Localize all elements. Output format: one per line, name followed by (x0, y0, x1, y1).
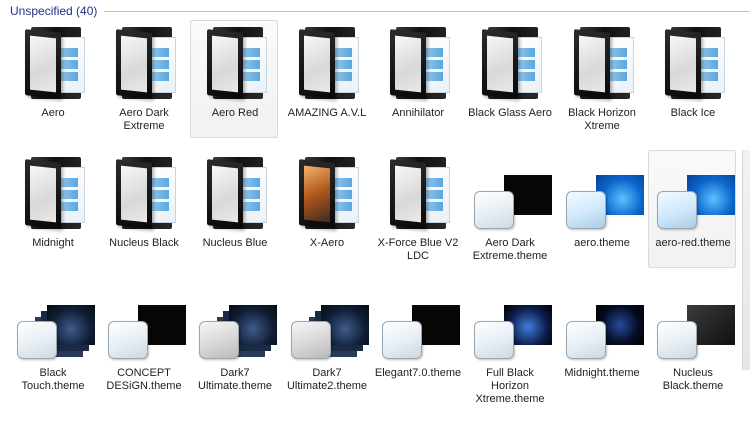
theme-file-item[interactable]: Nucleus Black.theme (648, 280, 736, 398)
folder-item[interactable]: Aero (8, 20, 96, 138)
folder-item[interactable]: Black Ice (648, 20, 736, 138)
vertical-scrollbar[interactable] (742, 150, 750, 370)
theme-overlay (657, 191, 697, 229)
theme-overlay (566, 321, 606, 359)
folder-icon (191, 21, 279, 105)
item-label: Aero Dark Extreme.theme (472, 237, 548, 262)
folder-item[interactable]: X-Aero (282, 150, 370, 268)
group-title: Unspecified (40) (10, 4, 98, 18)
theme-file-icon (191, 281, 279, 365)
item-label: Midnight (32, 237, 74, 249)
item-label: Dark7 Ultimate2.theme (286, 367, 368, 392)
theme-overlay (291, 321, 331, 359)
folder-item[interactable]: Aero Red (190, 20, 278, 138)
theme-file-item[interactable]: aero-red.theme (648, 150, 736, 268)
folder-icon (374, 151, 462, 235)
folder-icon (9, 151, 97, 235)
theme-overlay (474, 321, 514, 359)
theme-file-item[interactable]: Aero Dark Extreme.theme (465, 150, 553, 268)
folder-icon (100, 21, 188, 105)
theme-file-item[interactable]: Dark7 Ultimate2.theme (282, 280, 370, 398)
item-label: Midnight.theme (564, 367, 640, 379)
theme-file-item[interactable]: Elegant7.0.theme (373, 280, 461, 398)
folder-icon (9, 21, 97, 105)
item-label: Aero Dark Extreme (119, 107, 169, 132)
folder-item[interactable]: Nucleus Blue (190, 150, 278, 268)
item-label: aero-red.theme (655, 237, 731, 249)
folder-icon (649, 21, 737, 105)
theme-file-item[interactable]: Midnight.theme (557, 280, 645, 398)
folder-icon (283, 151, 371, 235)
item-label: Nucleus Blue (202, 237, 268, 249)
item-label: Black Horizon Xtreme (568, 107, 636, 132)
item-label: AMAZING A.V.L (287, 107, 367, 119)
item-label: X-Force Blue V2 LDC (377, 237, 459, 262)
theme-file-icon (100, 281, 188, 365)
theme-overlay (199, 321, 239, 359)
item-label: Black Ice (670, 107, 716, 119)
item-label: Black Glass Aero (468, 107, 552, 119)
folder-item[interactable]: Midnight (8, 150, 96, 268)
item-label: Full Black Horizon Xtreme.theme (475, 367, 545, 405)
item-label: X-Aero (309, 237, 345, 249)
folder-item[interactable]: Black Glass Aero (465, 20, 553, 138)
item-label: Black Touch.theme (21, 367, 85, 392)
theme-overlay (566, 191, 606, 229)
folder-icon (374, 21, 462, 105)
theme-file-item[interactable]: Black Touch.theme (8, 280, 96, 398)
folder-item[interactable]: Black Horizon Xtreme (557, 20, 645, 138)
group-divider (104, 11, 750, 12)
theme-overlay (108, 321, 148, 359)
group-header[interactable]: Unspecified (40) (0, 0, 750, 22)
folder-icon (466, 21, 554, 105)
theme-file-icon (9, 281, 97, 365)
theme-overlay (474, 191, 514, 229)
folder-item[interactable]: AMAZING A.V.L (282, 20, 370, 138)
folder-icon (558, 21, 646, 105)
theme-file-item[interactable]: aero.theme (557, 150, 645, 268)
item-label: Aero (41, 107, 65, 119)
theme-file-icon (283, 281, 371, 365)
theme-file-icon (466, 151, 554, 235)
folder-item[interactable]: Annihilator (373, 20, 461, 138)
folder-icon (191, 151, 279, 235)
theme-file-item[interactable]: Full Black Horizon Xtreme.theme (465, 280, 554, 405)
folder-item[interactable]: X-Force Blue V2 LDC (373, 150, 461, 268)
item-label: CONCEPT DESiGN.theme (106, 367, 182, 392)
theme-file-icon (466, 281, 554, 365)
item-label: Dark7 Ultimate.theme (198, 367, 272, 392)
item-label: Annihilator (392, 107, 444, 119)
item-label: Nucleus Black.theme (662, 367, 724, 392)
folder-item[interactable]: Nucleus Black (99, 150, 187, 268)
theme-file-item[interactable]: CONCEPT DESiGN.theme (99, 280, 187, 398)
folder-icon (100, 151, 188, 235)
item-label: aero.theme (574, 237, 630, 249)
theme-overlay (17, 321, 57, 359)
folder-item[interactable]: Aero Dark Extreme (99, 20, 187, 138)
theme-file-icon (558, 281, 646, 365)
theme-file-icon (649, 281, 737, 365)
theme-overlay (657, 321, 697, 359)
theme-file-icon (374, 281, 462, 365)
theme-file-icon (649, 151, 737, 235)
folder-icon (283, 21, 371, 105)
item-label: Nucleus Black (109, 237, 179, 249)
item-label: Aero Red (211, 107, 259, 119)
theme-file-item[interactable]: Dark7 Ultimate.theme (190, 280, 278, 398)
theme-overlay (382, 321, 422, 359)
item-label: Elegant7.0.theme (374, 367, 462, 379)
theme-file-icon (558, 151, 646, 235)
